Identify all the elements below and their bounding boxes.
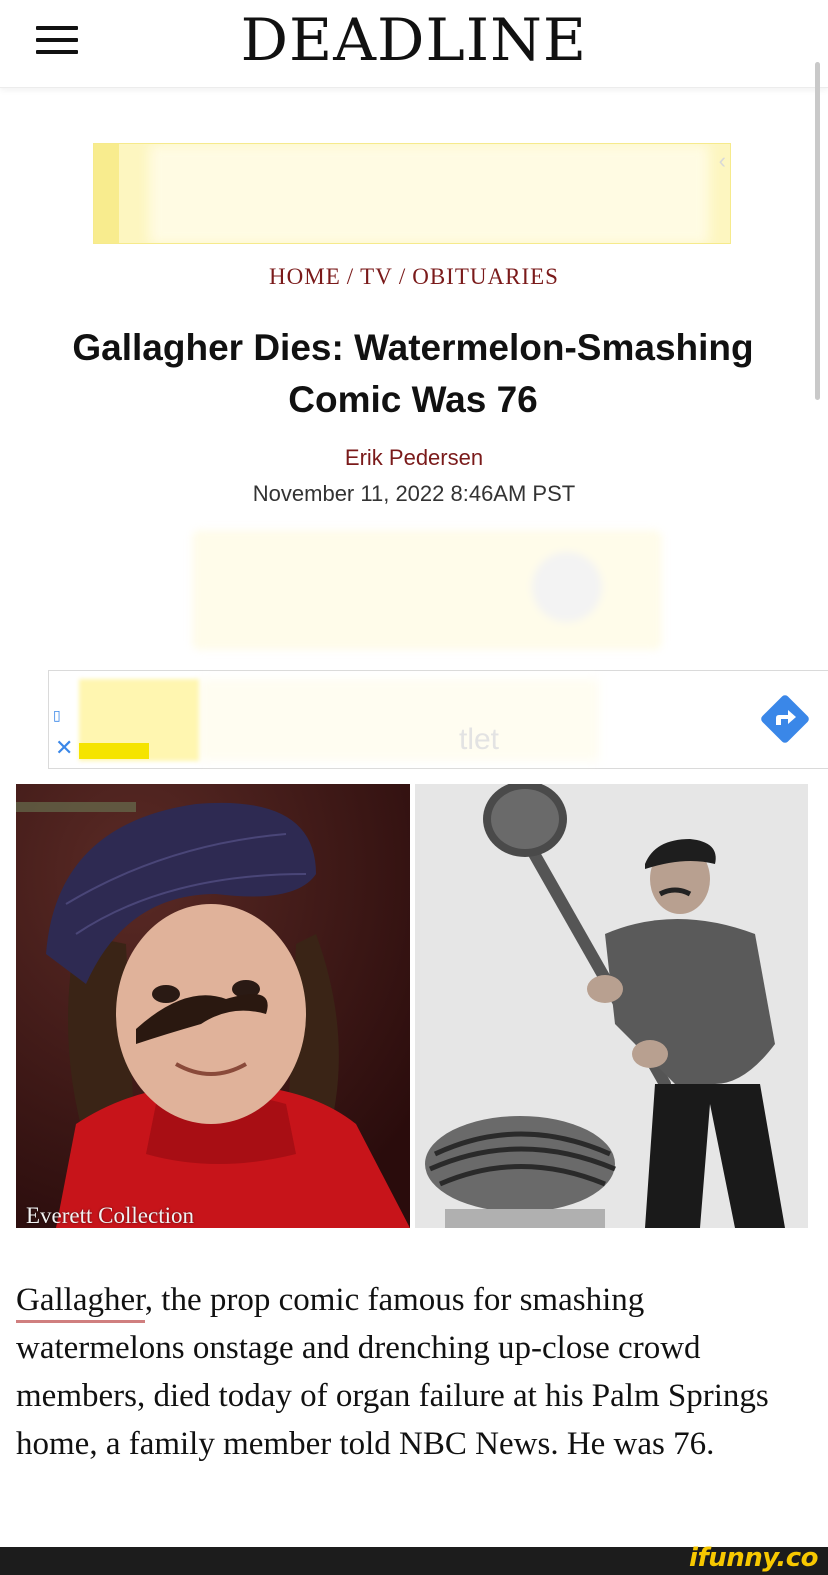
breadcrumb-home[interactable]: HOME [269, 264, 341, 289]
ad-faint-text: tlet [459, 723, 500, 756]
photo-gallagher-smashing [415, 784, 808, 1228]
site-header: DEADLINE [0, 0, 828, 88]
site-logo[interactable]: DEADLINE [0, 4, 828, 76]
directions-arrow-icon[interactable] [757, 691, 813, 747]
author-link[interactable]: Erik Pedersen [0, 445, 828, 471]
article-title: Gallagher Dies: Watermelon-Smashing Comi… [72, 327, 754, 420]
breadcrumb: HOME / TV / OBITUARIES [269, 264, 559, 289]
ad-close-icon[interactable]: ✕ [55, 737, 73, 759]
ifunny-watermark: ifunny.co [689, 1543, 818, 1573]
publish-date: November 11, 2022 8:46AM PST [252, 481, 576, 506]
chevron-left-icon: ‹ [718, 148, 726, 173]
breadcrumb-obituaries[interactable]: OBITUARIES [412, 264, 559, 289]
mid-ad[interactable] [192, 530, 662, 650]
top-ad[interactable]: ‹ [93, 143, 731, 244]
photo-gallagher-portrait [16, 784, 410, 1228]
gallagher-link[interactable]: Gallagher [16, 1282, 145, 1323]
article-body: Gallagher, the prop comic famous for sma… [16, 1276, 812, 1468]
banner-ad[interactable]: tlet ▯ ✕ [48, 670, 828, 769]
breadcrumb-tv[interactable]: TV [360, 264, 393, 289]
scrollbar[interactable] [815, 62, 820, 400]
photo-caption: Everett Collection [26, 1203, 194, 1228]
ad-info-icon[interactable]: ▯ [53, 707, 61, 724]
